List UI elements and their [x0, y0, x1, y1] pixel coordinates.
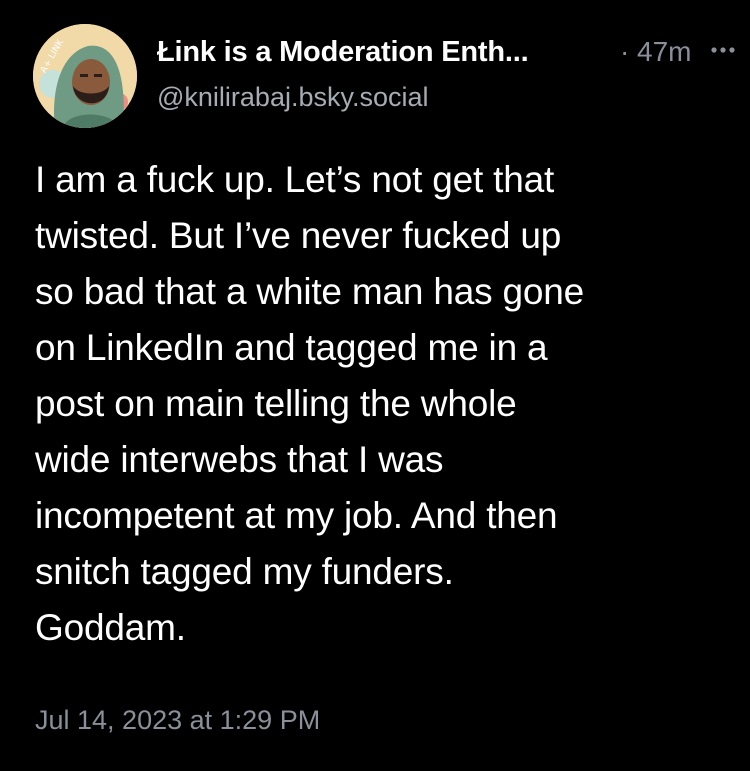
author-handle[interactable]: @knilirabaj.bsky.social — [157, 82, 429, 113]
post: A+ LINK Łink is a Moderation Enth... · 4… — [0, 0, 750, 771]
ellipsis-icon[interactable] — [708, 38, 738, 62]
post-date: Jul 14, 2023 at 1:29 PM — [35, 705, 321, 735]
avatar-illustration: A+ LINK — [33, 24, 137, 128]
post-body-text: I am a fuck up. Let’s not get that twist… — [35, 159, 584, 648]
meta-separator: · — [620, 36, 630, 67]
avatar[interactable]: A+ LINK — [33, 24, 137, 128]
relative-timestamp[interactable]: 47m — [637, 36, 691, 68]
author-display-name[interactable]: Łink is a Moderation Enth... — [157, 36, 529, 69]
